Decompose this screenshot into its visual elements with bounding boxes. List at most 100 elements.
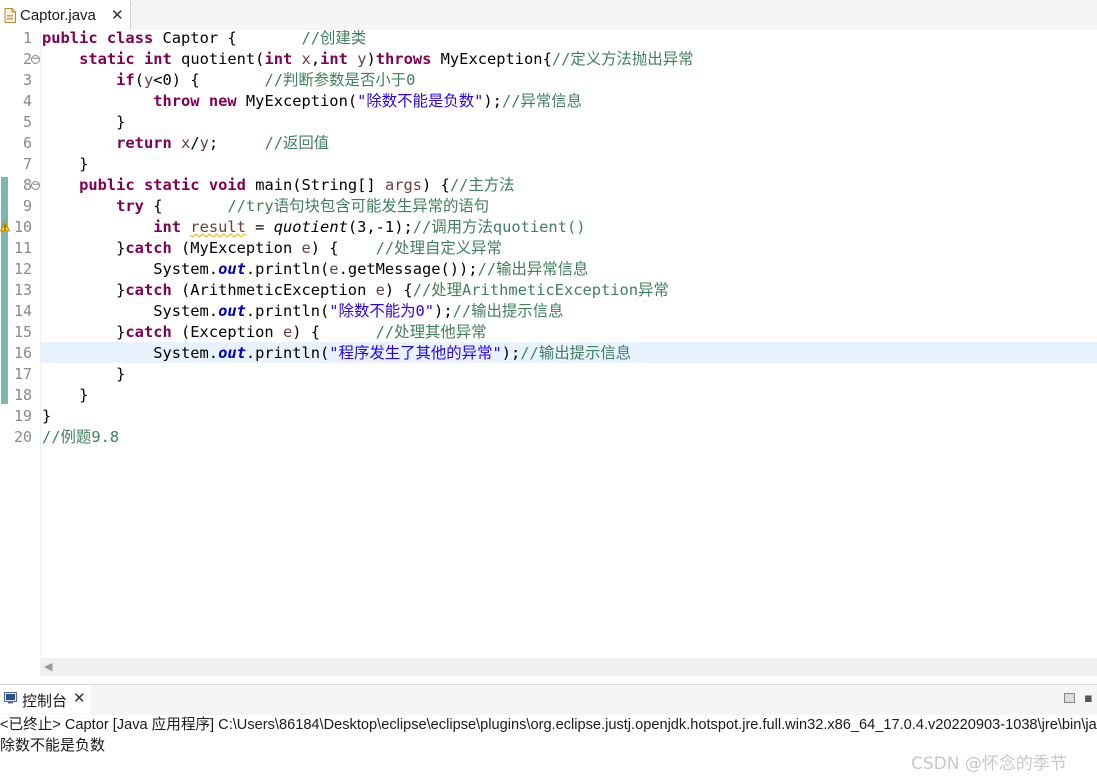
code-line[interactable]: System.out.println(e.getMessage());//输出异…: [42, 259, 588, 280]
code-token: ) {: [310, 239, 376, 257]
code-token: MyException(: [236, 92, 358, 110]
code-token: );: [434, 302, 453, 320]
code-line[interactable]: System.out.println("除数不能为0");//输出提示信息: [42, 301, 563, 322]
code-token: static: [79, 50, 135, 68]
code-line[interactable]: }: [42, 154, 88, 175]
code-token: int: [143, 50, 172, 68]
code-token: }: [42, 365, 126, 383]
code-token: ) {: [422, 176, 450, 194]
code-token: .println(: [245, 344, 330, 362]
code-line[interactable]: public static void main(String[] args) {…: [42, 175, 514, 196]
java-file-icon: [4, 8, 16, 23]
console-output[interactable]: 除数不能是负数: [0, 734, 105, 756]
horizontal-scrollbar[interactable]: ◀: [40, 658, 1097, 676]
line-number: 16: [13, 344, 32, 362]
code-line[interactable]: }: [42, 112, 125, 133]
line-number: 14: [13, 302, 32, 320]
code-token: args: [384, 176, 423, 194]
code-token: System.: [42, 302, 219, 320]
code-token: ,: [310, 50, 321, 68]
code-token: "程序发生了其他的异常": [329, 344, 502, 362]
watermark: CSDN @怀念的季节: [911, 754, 1067, 774]
code-line[interactable]: public class Captor { //创建类: [42, 28, 366, 49]
code-token: throws: [375, 50, 432, 68]
code-token: public: [42, 29, 98, 47]
fold-toggle-icon[interactable]: −: [31, 55, 40, 64]
close-icon[interactable]: ✕: [73, 689, 86, 707]
line-number: 9: [22, 197, 32, 215]
code-token: class: [106, 29, 154, 47]
code-token: catch: [125, 281, 172, 299]
code-line[interactable]: }: [42, 364, 125, 385]
code-token: //异常信息: [501, 92, 583, 110]
code-line[interactable]: System.out.println("程序发生了其他的异常");//输出提示信…: [42, 343, 631, 364]
code-token: }: [42, 386, 89, 404]
code-token: }: [42, 281, 126, 299]
code-token: ) {: [292, 323, 376, 341]
code-token: //输出异常信息: [477, 260, 589, 278]
code-line[interactable]: }: [42, 385, 88, 406]
code-token: (3,-1);: [347, 218, 413, 236]
editor-tab-bar: Captor.java ✕: [0, 0, 1097, 31]
console-view[interactable]: <已终止> Captor [Java 应用程序] C:\Users\86184\…: [0, 715, 1097, 782]
quick-diff-marker: [1, 177, 8, 404]
line-number: 18: [13, 386, 32, 404]
code-line[interactable]: }catch (Exception e) { //处理其他异常: [42, 322, 486, 343]
editor-tab-captor-java[interactable]: Captor.java ✕: [0, 0, 131, 30]
code-token: x: [301, 50, 311, 68]
code-token: try: [116, 197, 144, 215]
line-number: 2: [22, 50, 32, 68]
code-token: "除数不能是负数": [357, 92, 484, 110]
warning-icon: [0, 221, 10, 232]
code-line[interactable]: }catch (MyException e) { //处理自定义异常: [42, 238, 502, 259]
maximize-icon[interactable]: ▪: [1084, 691, 1093, 706]
code-line[interactable]: static int quotient(int x,int y)throws M…: [42, 49, 693, 70]
console-icon: [4, 692, 17, 704]
line-number: 5: [22, 113, 32, 131]
code-token: //try语句块包含可能发生异常的语句: [227, 197, 490, 215]
fold-toggle-icon[interactable]: −: [31, 181, 40, 190]
line-number: 20: [13, 428, 32, 446]
close-icon[interactable]: ✕: [111, 6, 124, 24]
code-token: //调用方法quotient(): [412, 218, 586, 236]
code-token: result: [190, 218, 246, 236]
console-tab[interactable]: 控制台 ✕: [0, 685, 90, 714]
code-token: int: [320, 50, 348, 68]
code-line[interactable]: }catch (ArithmeticException e) {//处理Arit…: [42, 280, 669, 301]
code-token: e: [329, 260, 339, 278]
code-line[interactable]: try { //try语句块包含可能发生异常的语句: [42, 196, 489, 217]
code-token: =: [245, 218, 274, 236]
code-line[interactable]: //例题9.8: [42, 427, 119, 448]
code-token: new: [208, 92, 237, 110]
code-line[interactable]: throw new MyException("除数不能是负数");//异常信息: [42, 91, 582, 112]
line-number-gutter: 1 2−3 4 5 6 7 8−9 10 11 12 13 14 15 16 17 18 19 20: [10, 29, 41, 658]
console-tab-title: 控制台: [22, 692, 68, 710]
code-line[interactable]: return x/y; //返回值: [42, 133, 329, 154]
editor-tab-title: Captor.java: [20, 7, 96, 24]
code-token: <0) {: [153, 71, 265, 89]
minimize-icon[interactable]: [1064, 693, 1075, 703]
code-token: ) {: [384, 281, 413, 299]
code-line[interactable]: if(y<0) { //判断参数是否小于0: [42, 70, 415, 91]
code-token: //例题9.8: [42, 428, 120, 446]
code-token: {: [143, 197, 228, 215]
line-number: 17: [13, 365, 32, 383]
code-token: (: [134, 71, 144, 89]
code-editor[interactable]: 1 2−3 4 5 6 7 8−9 10 11 12 13 14 15 16 17 18 19 20 public…: [0, 28, 1097, 658]
code-line[interactable]: }: [42, 406, 51, 427]
code-token: MyException{: [431, 50, 552, 68]
line-number: 6: [22, 134, 32, 152]
code-token: .println(: [245, 302, 330, 320]
code-line[interactable]: int result = quotient(3,-1);//调用方法quotie…: [42, 217, 586, 238]
code-token: e: [301, 239, 311, 257]
scroll-left-icon[interactable]: ◀: [44, 660, 52, 673]
